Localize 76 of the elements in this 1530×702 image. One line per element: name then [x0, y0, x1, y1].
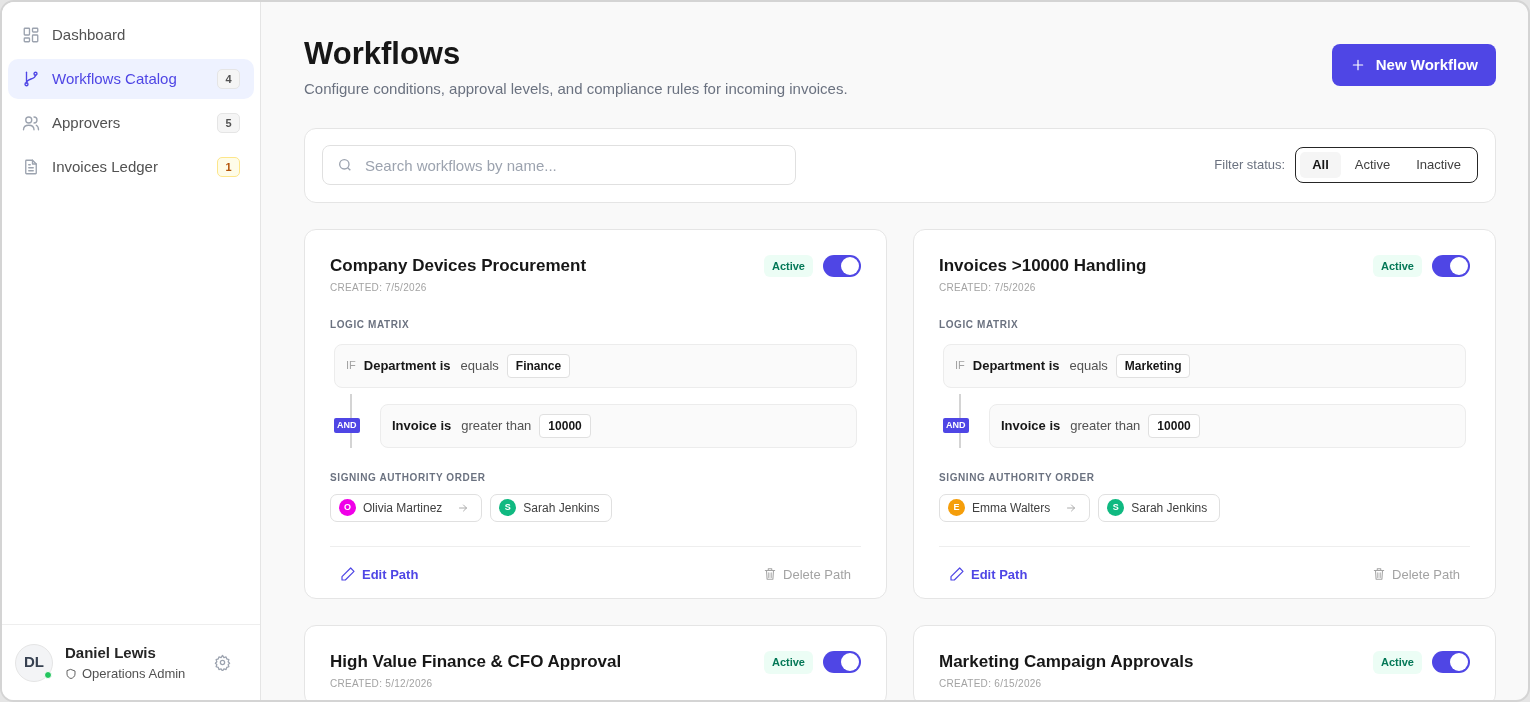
arrow-icon [457, 501, 470, 514]
signer-avatar: E [948, 499, 965, 516]
section-label: SIGNING AUTHORITY ORDER [939, 470, 1096, 485]
condition-field: Department is [972, 355, 1060, 376]
created-date: CREATED: 7/5/2026 [330, 280, 428, 295]
count-badge: 4 [217, 69, 240, 89]
status-toggle[interactable] [1432, 254, 1470, 277]
status-badge: Active [763, 254, 813, 277]
filter-tab[interactable]: Inactive [1404, 152, 1473, 178]
condition-value: Finance [506, 353, 571, 378]
condition-value: 10000 [1148, 413, 1200, 438]
new-workflow-button[interactable]: New Workflow [1331, 44, 1496, 86]
trash-icon [763, 567, 778, 582]
and-tag: AND [334, 417, 360, 434]
condition-field: Department is [363, 355, 451, 376]
status-toggle[interactable] [1432, 651, 1470, 674]
status-toggle[interactable] [823, 254, 861, 277]
page-subtitle: Configure conditions, approval levels, and compliance rules for incoming invoices. [304, 79, 848, 99]
signer-chip: E Emma Walters [939, 493, 1091, 522]
signer-avatar: O [339, 499, 356, 516]
condition-operator: equals [1069, 356, 1108, 375]
condition-value: 10000 [539, 413, 591, 438]
sidebar-item[interactable]: Invoices Ledger 1 [8, 147, 254, 187]
condition-operator: equals [460, 356, 499, 375]
sidebar-item[interactable]: Approvers 5 [8, 103, 254, 143]
signer-chip: O Olivia Martinez [330, 493, 483, 522]
status-toggle[interactable] [823, 651, 861, 674]
trash-icon [1372, 567, 1387, 582]
condition-operator: greater than [1070, 416, 1141, 435]
section-label: SIGNING AUTHORITY ORDER [330, 470, 487, 485]
edit-path-button[interactable]: Edit Path [949, 564, 1028, 584]
signer-chip: S Sarah Jenkins [1098, 493, 1221, 522]
count-badge: 1 [217, 157, 240, 177]
condition-operator: greater than [461, 416, 532, 435]
count-badge: 5 [217, 113, 240, 133]
created-date: CREATED: 7/5/2026 [939, 280, 1037, 295]
pencil-icon [340, 566, 356, 583]
document-icon [22, 158, 40, 176]
condition-field: Invoice is [392, 415, 452, 436]
workflow-title: Company Devices Procurement [330, 254, 587, 277]
filter-label: Filter status: [1214, 156, 1286, 175]
search-icon [337, 157, 353, 173]
users-icon [22, 114, 40, 132]
workflow-title: High Value Finance & CFO Approval [330, 651, 622, 673]
status-badge: Active [763, 651, 813, 674]
signer-avatar: S [1107, 499, 1125, 516]
sidebar-item[interactable]: Dashboard [8, 15, 254, 55]
pencil-icon [949, 566, 965, 583]
shield-icon [65, 667, 77, 680]
section-label: LOGIC MATRIX [330, 317, 411, 332]
page-title: Workflows [304, 36, 462, 72]
user-avatar: DL [15, 643, 53, 682]
condition-field: Invoice is [1001, 415, 1061, 436]
sidebar-item[interactable]: Workflows Catalog 4 [8, 59, 254, 99]
edit-path-button[interactable]: Edit Path [340, 564, 419, 584]
grid-icon [22, 26, 40, 44]
status-badge: Active [1372, 651, 1422, 674]
arrow-icon [1065, 501, 1078, 514]
if-label: IF [346, 358, 356, 374]
signer-chip: S Sarah Jenkins [490, 493, 613, 522]
user-role: Operations Admin [82, 665, 186, 683]
condition-value: Marketing [1115, 353, 1191, 378]
if-label: IF [955, 358, 965, 374]
status-badge: Active [1372, 254, 1422, 277]
and-tag: AND [943, 417, 969, 434]
branch-icon [22, 70, 40, 88]
section-label: LOGIC MATRIX [939, 317, 1020, 332]
workflow-title: Invoices >10000 Handling [939, 254, 1147, 277]
created-date: CREATED: 6/15/2026 [939, 677, 1043, 691]
user-name: Daniel Lewis [65, 642, 157, 663]
signer-avatar: S [499, 499, 517, 516]
workflow-title: Marketing Campaign Approvals [939, 651, 1194, 673]
search-field[interactable]: Search workflows by name... [322, 145, 796, 185]
filter-tab[interactable]: Active [1342, 152, 1403, 178]
filter-tab[interactable]: All [1300, 152, 1341, 178]
created-date: CREATED: 5/12/2026 [330, 677, 434, 691]
